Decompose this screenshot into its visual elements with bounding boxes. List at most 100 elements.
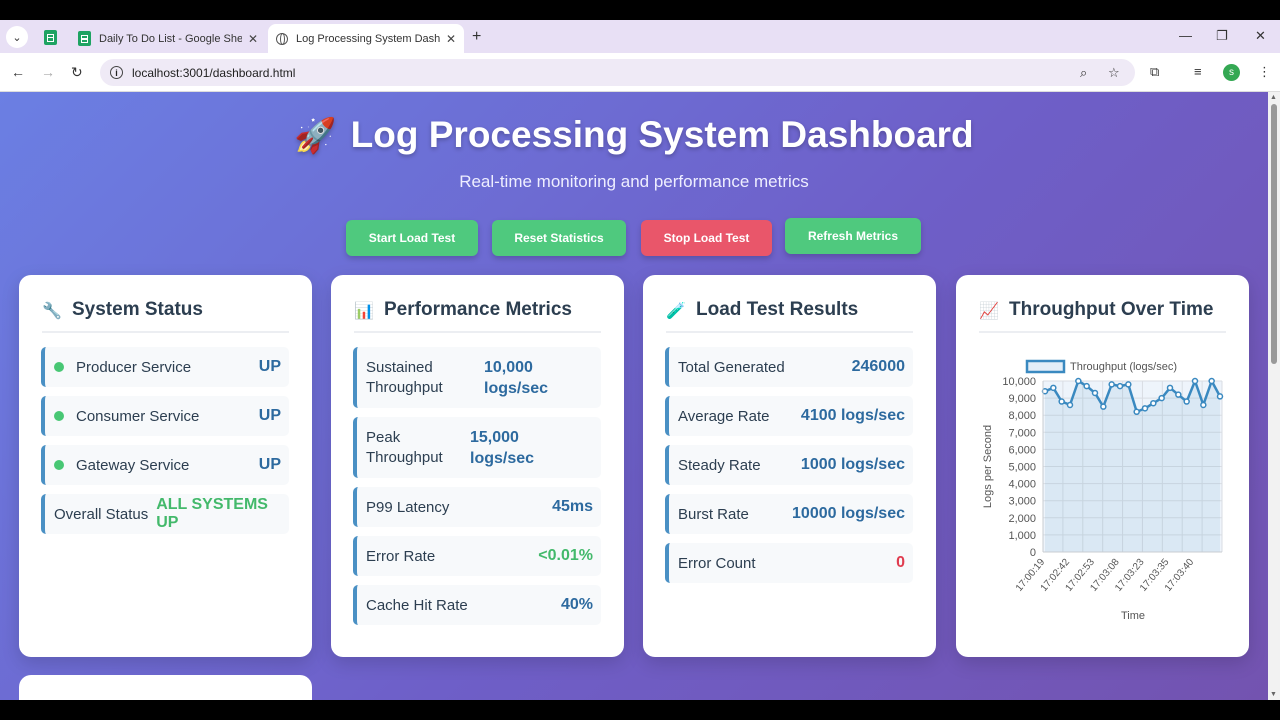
data-point [1125,381,1132,388]
overall-status-value: ALL SYSTEMS UP [156,496,268,531]
minimize-icon[interactable]: — [1179,28,1192,43]
wrench-icon: 🔧 [42,303,62,320]
metric-label: Peak Throughput [366,428,443,466]
refresh-metrics-button[interactable]: Refresh Metrics [785,218,921,254]
y-tick-label: 6,000 [1008,444,1036,456]
scroll-down-icon[interactable]: ▼ [1270,691,1277,698]
y-tick-label: 4,000 [1008,479,1036,491]
metric-value: 45ms [552,498,593,515]
data-point [1083,382,1090,390]
scroll-thumb[interactable] [1271,104,1277,364]
result-value: 0 [896,554,905,571]
y-tick-label: 8,000 [1008,410,1036,422]
result-row: Total Generated 246000 [665,347,913,387]
result-label: Error Count [678,554,756,572]
metric-value: 10,000 logs/sec [484,358,549,397]
throughput-chart: 0 1,000 2,000 3,000 4,000 5,000 6,000 7,000 8,00… [982,359,1224,622]
service-name: Producer Service [76,358,192,376]
scroll-up-icon[interactable]: ▲ [1270,94,1277,101]
scrollbar[interactable]: ▲ ▼ [1268,92,1280,700]
restore-icon[interactable]: ❐ [1216,28,1228,44]
close-window-icon[interactable]: ✕ [1255,28,1266,44]
metric-row: Error Rate <0.01% [353,536,601,576]
overall-status-row: Overall Status ALL SYSTEMS UP [41,494,289,534]
url-field[interactable]: i localhost:3001/dashboard.html ⌕ ☆ [100,59,1135,86]
data-point [1075,377,1082,385]
performance-metrics-card: 📊 Performance Metrics Sustained Throughp… [331,275,624,657]
reset-statistics-button[interactable]: Reset Statistics [492,220,626,256]
service-row-producer: Producer Service UP [41,347,289,387]
data-point [1200,401,1207,409]
data-point [1066,401,1074,409]
metric-row: Peak Throughput 15,000 logs/sec [353,417,601,478]
menu-icon[interactable]: ⋮ [1258,64,1271,80]
data-point [1158,394,1165,402]
metric-value: <0.01% [538,547,593,564]
zoom-icon[interactable]: ⌕ [1080,65,1087,81]
data-point [1058,398,1065,405]
data-point [1108,381,1115,388]
metric-row: P99 Latency 45ms [353,487,601,527]
result-value: 246000 [851,358,905,375]
load-test-results-card: 🧪 Load Test Results Total Generated 2460… [643,275,936,657]
metric-row: Cache Hit Rate 40% [353,585,601,625]
close-icon[interactable]: ✕ [446,32,456,46]
close-icon[interactable]: ✕ [248,32,258,46]
status-dot [54,362,64,372]
extensions-icon[interactable]: ⧉ [1150,64,1159,80]
forward-icon[interactable]: → [41,64,55,80]
data-point [1208,377,1215,385]
stop-load-test-button[interactable]: Stop Load Test [641,220,772,256]
overall-status-label: Overall Status [54,505,149,523]
rocket-icon: 🚀 [294,117,337,155]
result-row: Steady Rate 1000 logs/sec [665,445,913,485]
start-load-test-button[interactable]: Start Load Test [346,220,478,256]
media-icon[interactable]: ≡ [1194,64,1202,79]
system-status-card: 🔧 System Status Producer Service UP Cons… [19,275,312,657]
y-tick-label: 7,000 [1008,427,1036,439]
throughput-card: 📈 Throughput Over Time 0 1,000 2,000 3,000 4… [956,275,1249,657]
page-title-text: Log Processing System Dashboard [350,114,974,155]
sheets-icon [43,29,57,45]
metric-value: 15,000 logs/sec [470,428,535,467]
sheets-icon [78,31,91,46]
new-tab-icon[interactable]: + [472,28,481,46]
data-point [1216,393,1224,400]
result-label: Total Generated [678,358,785,376]
data-point [1166,384,1174,392]
service-status: UP [258,407,281,424]
status-dot [54,460,64,470]
result-row: Average Rate 4100 logs/sec [665,396,913,436]
pinned-tab[interactable] [36,26,64,48]
globe-icon [276,32,288,45]
service-status: UP [258,456,281,473]
status-dot [54,411,64,421]
result-label: Burst Rate [678,505,749,523]
y-tick-label: 2,000 [1008,513,1036,525]
result-label: Steady Rate [678,456,761,474]
info-icon[interactable]: i [110,66,123,79]
reload-icon[interactable]: ↻ [71,64,83,81]
card-title: Performance Metrics [384,299,572,320]
legend-swatch [1025,359,1066,374]
dashboard-page: 🚀 Log Processing System Dashboard Real-ti… [0,92,1268,700]
y-tick-label: 9,000 [1008,393,1036,405]
data-point [1133,408,1140,416]
tab-dashboard[interactable]: Log Processing System Dashboard ✕ [268,24,464,53]
y-tick-label: 3,000 [1008,496,1036,508]
page-title: 🚀 Log Processing System Dashboard [0,114,1268,156]
data-point [1183,398,1190,405]
screen-bottom-bar [0,700,1280,720]
star-icon[interactable]: ☆ [1108,65,1120,81]
x-axis-title: Time [1121,610,1145,622]
avatar[interactable]: s [1223,64,1240,81]
back-icon[interactable]: ← [11,64,25,80]
page-subtitle: Real-time monitoring and performance met… [459,172,809,191]
tab-search-icon[interactable]: ⌄ [6,26,28,48]
y-tick-label: 1,000 [1008,530,1036,542]
tab-label: Daily To Do List - Google Sheets [99,32,242,45]
tab-daily-todo[interactable]: Daily To Do List - Google Sheets ✕ [70,24,266,53]
metric-label: P99 Latency [366,498,450,516]
result-value: 10000 logs/sec [792,505,905,522]
data-point [1175,391,1182,398]
